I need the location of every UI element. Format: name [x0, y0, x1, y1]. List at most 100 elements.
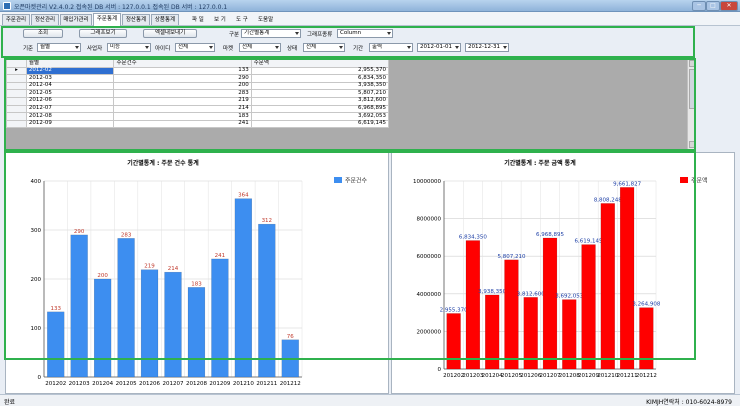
table-row[interactable]: 2012-09 241 6,619,145 [6, 119, 390, 129]
legend-swatch [334, 177, 342, 183]
basis-select[interactable]: 월별 [37, 43, 81, 52]
cell-month[interactable]: 2012-09 [25, 119, 115, 129]
cell-order-count[interactable]: 283 [113, 89, 252, 98]
tab-product-stats[interactable]: 상품통계 [151, 14, 179, 25]
row-header[interactable] [6, 81, 27, 91]
type-select[interactable]: 기간별통계 [241, 29, 301, 38]
menu-tools[interactable]: 도 구 [236, 15, 248, 23]
table-row[interactable]: 2012-06 219 3,812,600 [6, 96, 390, 106]
cell-order-amount[interactable]: 6,968,895 [250, 104, 390, 114]
data-label: 290 [74, 229, 85, 235]
excel-export-button[interactable]: 엑셀내보내기 [143, 29, 197, 38]
bar [465, 240, 481, 370]
minimize-button[interactable]: ─ [692, 1, 706, 11]
bar [211, 258, 229, 378]
order-count-chart-panel: 기간별통계 : 주문 건수 통계 주문건수 0 100 200 300 400 133 2012… [5, 152, 389, 394]
column-header-month[interactable]: 월별 [25, 59, 115, 68]
scroll-thumb[interactable] [689, 69, 696, 109]
table-row[interactable]: 2012-04 200 3,938,350 [6, 81, 390, 91]
cell-order-amount[interactable]: 2,955,370 [250, 66, 390, 76]
cell-order-amount[interactable]: 3,938,350 [250, 81, 390, 91]
row-header[interactable] [6, 89, 27, 98]
market-select[interactable]: 전체 [239, 43, 281, 52]
grid-scrollbar[interactable] [687, 59, 696, 149]
cell-order-amount[interactable]: 6,834,350 [250, 74, 390, 83]
data-label: 3,812,600 [517, 291, 545, 297]
cell-order-count[interactable]: 290 [113, 74, 252, 83]
table-row[interactable]: 2012-05 283 5,807,210 [6, 89, 390, 98]
cell-month[interactable]: 2012-07 [25, 104, 115, 114]
table-row[interactable]: 2012-07 214 6,968,895 [6, 104, 390, 114]
bar [258, 223, 276, 378]
table-row[interactable]: 2012-08 183 3,692,053 [6, 112, 390, 121]
table-header-row: 월별 주문건수 주문액 [6, 59, 390, 68]
cell-order-count[interactable]: 133 [113, 66, 252, 76]
y-tick-label: 10000000 [413, 179, 441, 185]
cell-order-amount[interactable]: 5,807,210 [250, 89, 390, 98]
bar [187, 287, 206, 378]
cell-month[interactable]: 2012-05 [25, 89, 115, 98]
table-row[interactable]: ▸ 2012-02 133 2,955,370 [6, 66, 390, 76]
y-tick-label: 0 [438, 367, 442, 373]
id-label: 아이디 [155, 46, 171, 52]
close-button[interactable]: ✕ [720, 1, 738, 11]
row-header[interactable] [6, 104, 27, 114]
scroll-up-button[interactable] [689, 60, 696, 67]
app-icon [3, 2, 11, 10]
tab-order-stats[interactable]: 주문통계 [93, 13, 121, 26]
graph-view-button[interactable]: 그래프보기 [79, 29, 127, 38]
row-header[interactable] [6, 74, 27, 83]
row-header[interactable] [6, 119, 27, 129]
cell-month[interactable]: 2012-06 [25, 96, 115, 106]
x-tick-label: 201206 [520, 373, 541, 379]
cell-month[interactable]: 2012-04 [25, 81, 115, 91]
menu-file[interactable]: 파 일 [192, 15, 204, 23]
cell-order-count[interactable]: 219 [113, 96, 252, 106]
bar [485, 294, 500, 370]
column-header-order-count[interactable]: 주문건수 [113, 59, 252, 68]
data-grid[interactable]: 월별 주문건수 주문액 ▸ 2012-02 133 2,955,370 2012-03 2… [6, 59, 696, 149]
cell-order-count[interactable]: 214 [113, 104, 252, 114]
legend-label: 주문액 [691, 178, 708, 185]
row-header[interactable] [6, 96, 27, 106]
data-label: 3,938,350 [478, 289, 506, 295]
status-select[interactable]: 전체 [303, 43, 345, 52]
bar [47, 311, 65, 378]
y-tick-label: 6000000 [417, 254, 442, 260]
tab-purchase-price[interactable]: 매입가관리 [60, 14, 92, 25]
graph-type-select[interactable]: Column [337, 29, 393, 38]
contact-info: KIMJH연락처 : 010-6024-8979 [646, 399, 732, 406]
cell-order-count[interactable]: 200 [113, 81, 252, 91]
x-tick-label: 201209 [578, 373, 599, 379]
market-label: 마켓 [223, 46, 234, 52]
cell-order-count[interactable]: 183 [113, 112, 252, 121]
tab-settlement-management[interactable]: 정산관리 [31, 14, 59, 25]
data-label: 6,834,350 [459, 235, 487, 241]
menu-view[interactable]: 보 기 [214, 15, 226, 23]
menu-help[interactable]: 도움말 [258, 15, 273, 23]
row-header[interactable] [6, 112, 27, 121]
cell-month[interactable]: 2012-02 [25, 66, 115, 76]
maximize-button[interactable]: □ [706, 1, 720, 11]
column-header-order-amount[interactable]: 주문액 [250, 59, 390, 68]
cell-order-amount[interactable]: 6,619,145 [250, 119, 390, 129]
period-select[interactable]: 출력 [369, 43, 413, 52]
row-header[interactable]: ▸ [6, 66, 27, 76]
chevron-down-icon [275, 46, 279, 49]
cell-order-amount[interactable]: 3,812,600 [250, 96, 390, 106]
date-to-field[interactable]: 2012-12-31 [465, 43, 509, 52]
y-tick-label: 200 [31, 277, 42, 283]
cell-month[interactable]: 2012-03 [25, 74, 115, 83]
search-button[interactable]: 조회 [23, 29, 63, 38]
cell-month[interactable]: 2012-08 [25, 112, 115, 121]
tab-settlement-stats[interactable]: 정산통계 [122, 14, 150, 25]
cell-order-count[interactable]: 241 [113, 119, 252, 129]
table-row[interactable]: 2012-03 290 6,834,350 [6, 74, 390, 83]
data-label: 219 [144, 264, 155, 270]
tab-order-management[interactable]: 주문관리 [2, 14, 30, 25]
cell-order-amount[interactable]: 3,692,053 [250, 112, 390, 121]
scroll-down-button[interactable] [689, 141, 696, 148]
id-select[interactable]: 전체 [175, 43, 215, 52]
business-select[interactable]: 미능 [107, 43, 151, 52]
date-from-field[interactable]: 2012-01-01 [417, 43, 461, 52]
